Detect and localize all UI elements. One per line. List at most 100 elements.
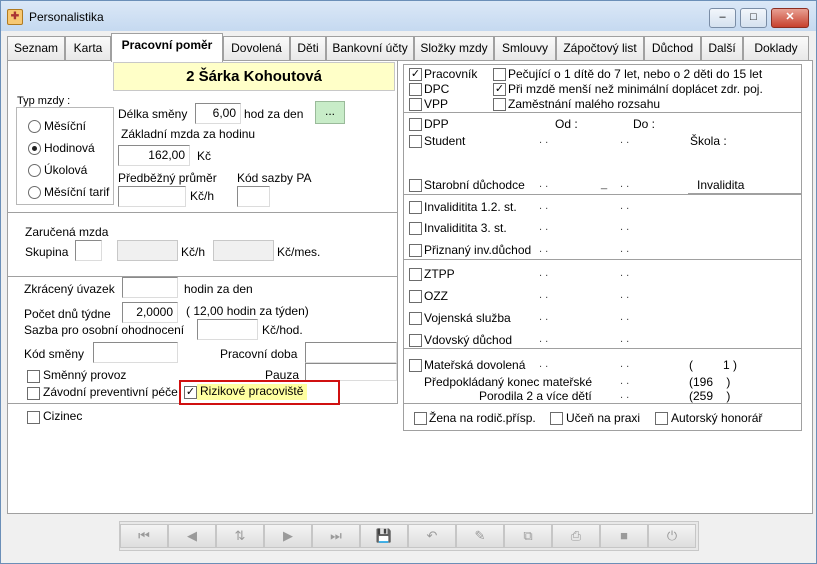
zamestnani-label: Zaměstnání malého rozsahu — [508, 97, 661, 111]
zkraceny-uvazek-unit: hodin za den — [184, 282, 253, 296]
ztpp-checkbox[interactable] — [409, 268, 422, 281]
tab-pracovni-pomer[interactable]: Pracovní poměr — [111, 33, 223, 62]
first-record-button[interactable]: ⏮ — [120, 524, 168, 548]
invalidita-label: Invalidita — [697, 178, 745, 192]
tab-seznam[interactable]: Seznam — [7, 36, 65, 60]
zena-checkbox[interactable] — [414, 412, 427, 425]
kod-sazby-input[interactable] — [237, 186, 270, 207]
save-button[interactable]: 💾 — [360, 524, 408, 548]
materska-count: ( 1 ) — [689, 358, 738, 372]
smenny-provoz-checkbox[interactable] — [27, 370, 40, 383]
priznany-checkbox[interactable] — [409, 244, 422, 257]
priznany-label: Přiznaný inv.důchod — [424, 243, 532, 257]
porodila-label: Porodila 2 a více dětí — [479, 389, 592, 403]
record-toolbar: ⏮ ◀ ⇅ ▶ ⏭ 💾 ↶ ✎ ⧉ ⎙ ■ ⏻ — [119, 521, 699, 551]
tab-doklady[interactable]: Doklady — [743, 36, 809, 60]
radio-hodinova[interactable] — [28, 142, 41, 155]
tab-dovolena[interactable]: Dovolená — [223, 36, 290, 60]
tab-panel: 2 Šárka Kohoutová Typ mzdy : Měsíční Hod… — [7, 61, 813, 514]
pecujici-label: Pečující o 1 dítě do 7 let, nebo o 2 dět… — [508, 67, 763, 81]
cizinec-checkbox[interactable] — [27, 411, 40, 424]
print-button[interactable]: ⎙ — [552, 524, 600, 548]
pauza-input[interactable] — [305, 363, 397, 381]
zakladni-mzda-input[interactable]: 162,00 — [118, 145, 190, 166]
autorsky-checkbox[interactable] — [655, 412, 668, 425]
zamestnani-checkbox[interactable] — [493, 98, 506, 111]
inv12-checkbox[interactable] — [409, 201, 422, 214]
close-button[interactable]: ✕ — [771, 8, 809, 28]
delka-smeny-picker-button[interactable]: ... — [315, 101, 345, 124]
predbezny-prumer-input[interactable] — [118, 186, 186, 207]
power-button[interactable]: ⏻ — [648, 524, 696, 548]
pecujici-checkbox[interactable] — [493, 68, 506, 81]
prev-record-button[interactable]: ◀ — [168, 524, 216, 548]
zarucena-kch-input — [117, 240, 178, 261]
window-title: Personalistika — [29, 10, 104, 24]
vdovsky-label: Vdovský důchod — [424, 333, 513, 347]
copy-button[interactable]: ⧉ — [504, 524, 552, 548]
zavodni-pece-checkbox[interactable] — [27, 387, 40, 400]
tab-zapoctovy-list[interactable]: Zápočtový list — [556, 36, 644, 60]
radio-ukolova[interactable] — [28, 164, 41, 177]
dpc-checkbox[interactable] — [409, 83, 422, 96]
minimize-button[interactable]: – — [709, 8, 736, 28]
delka-smeny-unit: hod za den — [244, 107, 304, 121]
sazba-oon-input[interactable] — [197, 319, 258, 340]
ozz-checkbox[interactable] — [409, 290, 422, 303]
zakladni-mzda-unit: Kč — [197, 149, 212, 163]
dpp-checkbox[interactable] — [409, 118, 422, 131]
skupina-input[interactable] — [75, 240, 102, 261]
zarucena-kcmes-input — [213, 240, 274, 261]
pracovnik-label: Pracovník — [424, 67, 478, 81]
sazba-oon-label: Sazba pro osobní ohodnocení — [24, 323, 185, 337]
tab-karta[interactable]: Karta — [65, 36, 111, 60]
pri-mzde-checkbox[interactable]: ✓ — [493, 83, 506, 96]
tab-duchod[interactable]: Důchod — [644, 36, 701, 60]
stop-button[interactable]: ■ — [600, 524, 648, 548]
tab-slozky-mzdy[interactable]: Složky mzdy — [414, 36, 494, 60]
undo-button[interactable]: ↶ — [408, 524, 456, 548]
tab-smlouvy[interactable]: Smlouvy — [494, 36, 556, 60]
predpokladany-count: (196 ) — [689, 375, 731, 389]
inv3-checkbox[interactable] — [409, 222, 422, 235]
tab-dalsi[interactable]: Další — [701, 36, 743, 60]
pocet-dnu-input[interactable]: 2,0000 — [122, 302, 178, 323]
kod-smeny-input[interactable] — [93, 342, 178, 363]
ucen-checkbox[interactable] — [550, 412, 563, 425]
materska-checkbox[interactable] — [409, 359, 422, 372]
starobni-checkbox[interactable] — [409, 179, 422, 192]
radio-mesicni-tarif[interactable] — [28, 186, 41, 199]
tab-deti[interactable]: Děti — [290, 36, 326, 60]
vojenska-label: Vojenská služba — [424, 311, 511, 325]
delete-button[interactable]: ✎ — [456, 524, 504, 548]
delka-smeny-label: Délka směny — [118, 107, 188, 121]
kod-sazby-label: Kód sazby PA — [237, 171, 312, 185]
next-record-button[interactable]: ▶ — [264, 524, 312, 548]
vpp-checkbox[interactable] — [409, 98, 422, 111]
zakladni-mzda-label: Základní mzda za hodinu — [121, 127, 256, 141]
pocet-dnu-label: Počet dnů týdne — [24, 307, 111, 321]
delka-smeny-input[interactable]: 6,00 — [195, 103, 241, 124]
last-record-button[interactable]: ⏭ — [312, 524, 360, 548]
sort-button[interactable]: ⇅ — [216, 524, 264, 548]
predpokladany-label: Předpokládaný konec mateřské — [424, 375, 593, 389]
radio-ukolova-label: Úkolová — [44, 163, 88, 177]
zkraceny-uvazek-label: Zkrácený úvazek — [24, 282, 115, 296]
radio-mesicni[interactable] — [28, 120, 41, 133]
pracovnik-checkbox[interactable]: ✓ — [409, 68, 422, 81]
rizikove-pracoviste-checkbox[interactable]: ✓ — [184, 386, 197, 399]
zkraceny-uvazek-input[interactable] — [122, 277, 178, 298]
maximize-button[interactable]: □ — [740, 8, 767, 28]
ztpp-label: ZTPP — [424, 267, 455, 281]
vdovsky-checkbox[interactable] — [409, 334, 422, 347]
kod-smeny-label: Kód směny — [24, 347, 85, 361]
radio-mesicni-tarif-label: Měsíční tarif — [44, 185, 110, 199]
student-checkbox[interactable] — [409, 135, 422, 148]
zarucena-kch-unit: Kč/h — [181, 245, 206, 259]
predbezny-prumer-unit: Kč/h — [190, 189, 215, 203]
pracovni-doba-input[interactable] — [305, 342, 397, 363]
tab-bankovni-ucty[interactable]: Bankovní účty — [326, 36, 414, 60]
dpc-label: DPC — [424, 82, 450, 96]
vojenska-checkbox[interactable] — [409, 312, 422, 325]
inv12-label: Invaliditita 1.2. st. — [424, 200, 517, 214]
